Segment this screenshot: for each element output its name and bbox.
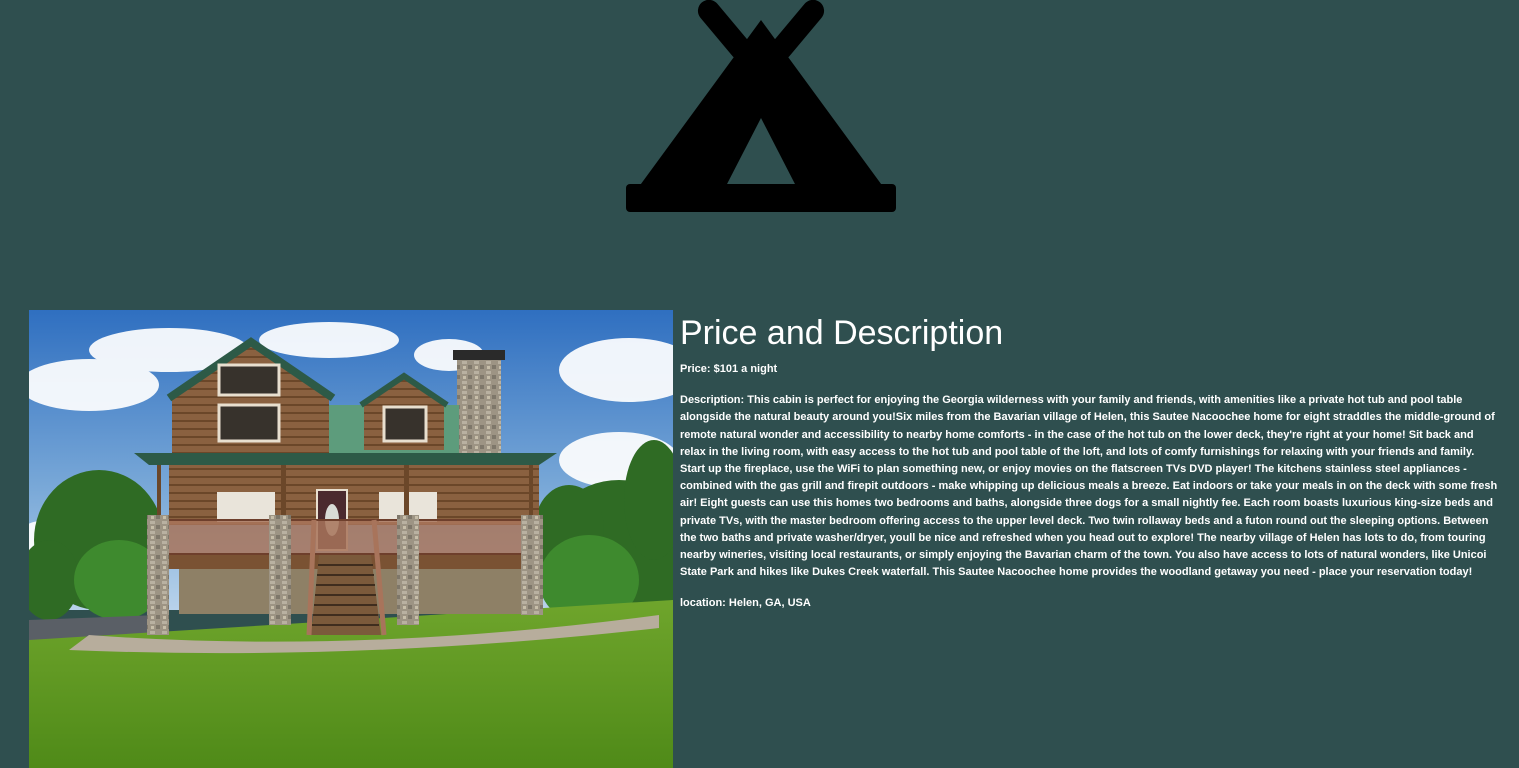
- price-text: Price: $101 a night: [680, 363, 778, 375]
- listing-info: Price and Description Price: $101 a nigh…: [680, 310, 1498, 613]
- cabin-photo: [29, 310, 673, 768]
- tent-ground: [626, 184, 896, 212]
- camping-tent-icon[interactable]: [626, 0, 896, 213]
- description-text: Description: This cabin is perfect for e…: [680, 394, 1498, 579]
- tent-body: [638, 20, 884, 188]
- location-text: location: Helen, GA, USA: [680, 597, 811, 610]
- page-title: Price and Description: [680, 314, 1004, 352]
